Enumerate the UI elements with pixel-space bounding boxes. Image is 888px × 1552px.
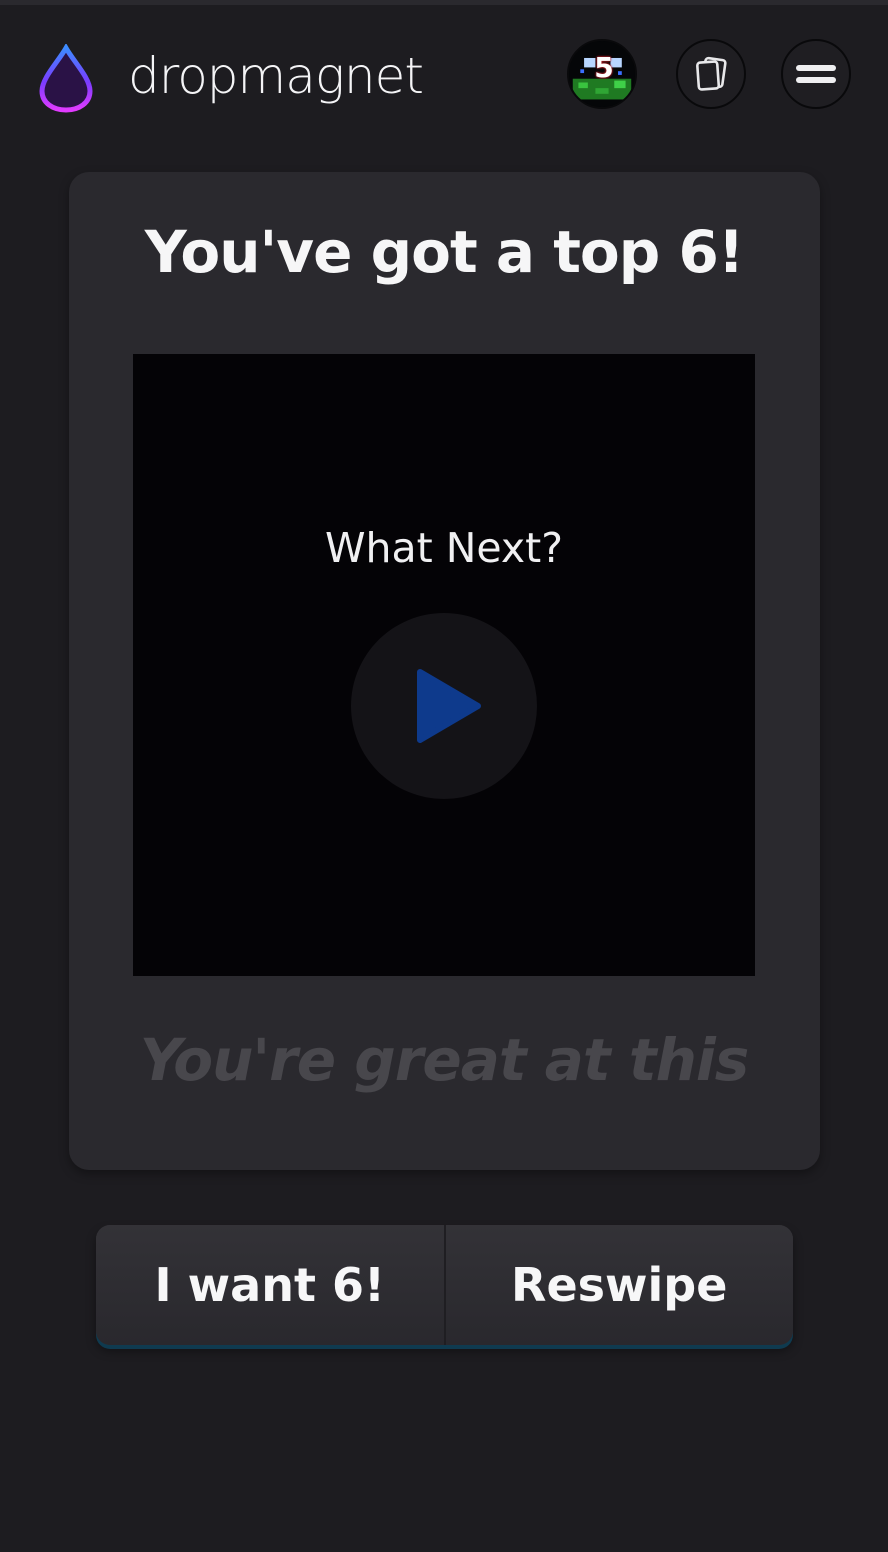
result-title: You've got a top 6! [144, 218, 745, 286]
drop-logo-icon[interactable] [36, 42, 96, 114]
play-button[interactable] [351, 613, 537, 799]
brand-wordmark[interactable]: dropmagnet [128, 46, 424, 106]
action-button-group: I want 6! Reswipe [96, 1225, 793, 1345]
tagline: You're great at this [139, 1026, 750, 1094]
cards-button[interactable] [676, 39, 746, 109]
profile-avatar-button[interactable]: 5 [567, 39, 637, 109]
top-edge [0, 0, 888, 5]
reswipe-button[interactable]: Reswipe [445, 1225, 793, 1345]
video-caption: What Next? [324, 524, 564, 572]
avatar-badge: 5 [594, 51, 614, 84]
want-six-button[interactable]: I want 6! [96, 1225, 444, 1345]
menu-icon [796, 65, 836, 83]
play-icon [417, 669, 481, 743]
menu-button[interactable] [781, 39, 851, 109]
cards-icon [696, 56, 727, 91]
